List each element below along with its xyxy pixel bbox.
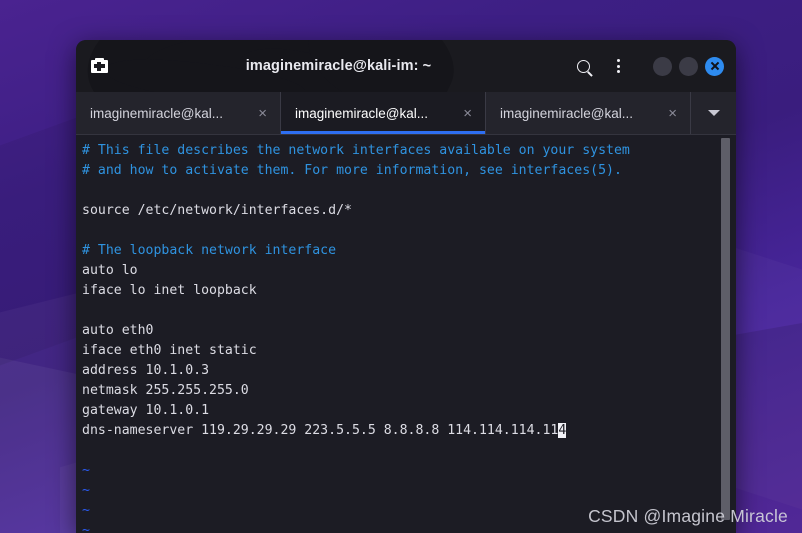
terminal-line: gateway 10.1.0.1 — [82, 401, 714, 421]
terminal-line-text: dns-nameserver 119.29.29.29 223.5.5.5 8.… — [82, 423, 559, 438]
terminal-line: iface eth0 inet static — [82, 341, 714, 361]
window-controls — [653, 56, 724, 76]
terminal-line: # and how to activate them. For more inf… — [82, 161, 714, 181]
terminal-body[interactable]: # This file describes the network interf… — [76, 135, 736, 533]
terminal-line: netmask 255.255.255.0 — [82, 381, 714, 401]
terminal-line: ~ — [82, 501, 714, 521]
tab-bar: imaginemiracle@kal... × imaginemiracle@kal… — [76, 92, 736, 135]
tab-label: imaginemiracle@kal... — [295, 105, 428, 121]
maximize-button[interactable] — [679, 56, 698, 76]
new-tab-glyph — [90, 57, 108, 73]
search-button[interactable] — [573, 56, 593, 76]
window-title: imaginemiracle@kali-im: ~ — [245, 58, 432, 74]
menu-button[interactable] — [608, 56, 628, 76]
text-cursor: 4 — [558, 423, 567, 438]
vim-tilde: ~ — [82, 463, 90, 478]
vim-tilde: ~ — [82, 483, 90, 498]
terminal-window: imaginemiracle@kali-im: ~ imaginemiracle… — [76, 40, 736, 533]
kebab-menu-icon — [616, 59, 620, 73]
desktop-wallpaper: imaginemiracle@kali-im: ~ imaginemiracle… — [0, 0, 802, 533]
terminal-text: # This file describes the network interf… — [82, 141, 714, 533]
terminal-line-text: auto lo — [82, 263, 138, 278]
search-icon — [576, 59, 590, 73]
scrollbar-thumb[interactable] — [721, 138, 730, 520]
tab-overflow-button[interactable] — [691, 92, 736, 134]
terminal-line-text: auto eth0 — [82, 323, 154, 338]
tab-label: imaginemiracle@kal... — [90, 105, 223, 121]
terminal-line-text: iface lo inet loopback — [82, 283, 257, 298]
terminal-line-text: netmask 255.255.255.0 — [82, 383, 249, 398]
close-x-icon — [710, 61, 720, 71]
terminal-tab[interactable]: imaginemiracle@kal... × — [281, 92, 486, 134]
terminal-line: address 10.1.0.3 — [82, 361, 714, 381]
terminal-tab[interactable]: imaginemiracle@kal... × — [486, 92, 691, 134]
terminal-tab[interactable]: imaginemiracle@kal... × — [76, 92, 281, 134]
terminal-line-text: gateway 10.1.0.1 — [82, 403, 210, 418]
vim-tilde: ~ — [82, 503, 90, 518]
tab-label: imaginemiracle@kal... — [500, 105, 633, 121]
close-button[interactable] — [705, 56, 724, 76]
terminal-line-text: source /etc/network/interfaces.d/* — [82, 203, 352, 218]
vim-tilde: ~ — [82, 523, 90, 533]
terminal-line: dns-nameserver 119.29.29.29 223.5.5.5 8.… — [82, 421, 714, 441]
new-tab-icon[interactable] — [90, 57, 108, 74]
comment-text: # This file describes the network interf… — [82, 143, 630, 158]
window-titlebar: imaginemiracle@kali-im: ~ — [76, 40, 736, 92]
tab-close-icon[interactable]: × — [665, 106, 680, 121]
terminal-line: auto eth0 — [82, 321, 714, 341]
terminal-line: auto lo — [82, 261, 714, 281]
terminal-line: ~ — [82, 461, 714, 481]
comment-text: # The loopback network interface — [82, 243, 337, 258]
tab-close-icon[interactable]: × — [255, 106, 270, 121]
tab-close-icon[interactable]: × — [460, 106, 475, 121]
terminal-line-text: address 10.1.0.3 — [82, 363, 210, 378]
terminal-line: ~ — [82, 521, 714, 533]
terminal-line: # This file describes the network interf… — [82, 141, 714, 161]
comment-text: # and how to activate them. For more inf… — [82, 163, 622, 178]
vertical-scrollbar[interactable] — [720, 135, 730, 533]
terminal-line: # The loopback network interface — [82, 241, 714, 261]
terminal-line: source /etc/network/interfaces.d/* — [82, 201, 714, 221]
terminal-line: ~ — [82, 481, 714, 501]
titlebar-actions — [573, 56, 724, 76]
new-tab-flap — [94, 57, 104, 61]
terminal-line-text: iface eth0 inet static — [82, 343, 257, 358]
chevron-down-icon — [707, 110, 720, 116]
terminal-line: iface lo inet loopback — [82, 281, 714, 301]
minimize-button[interactable] — [653, 56, 672, 76]
